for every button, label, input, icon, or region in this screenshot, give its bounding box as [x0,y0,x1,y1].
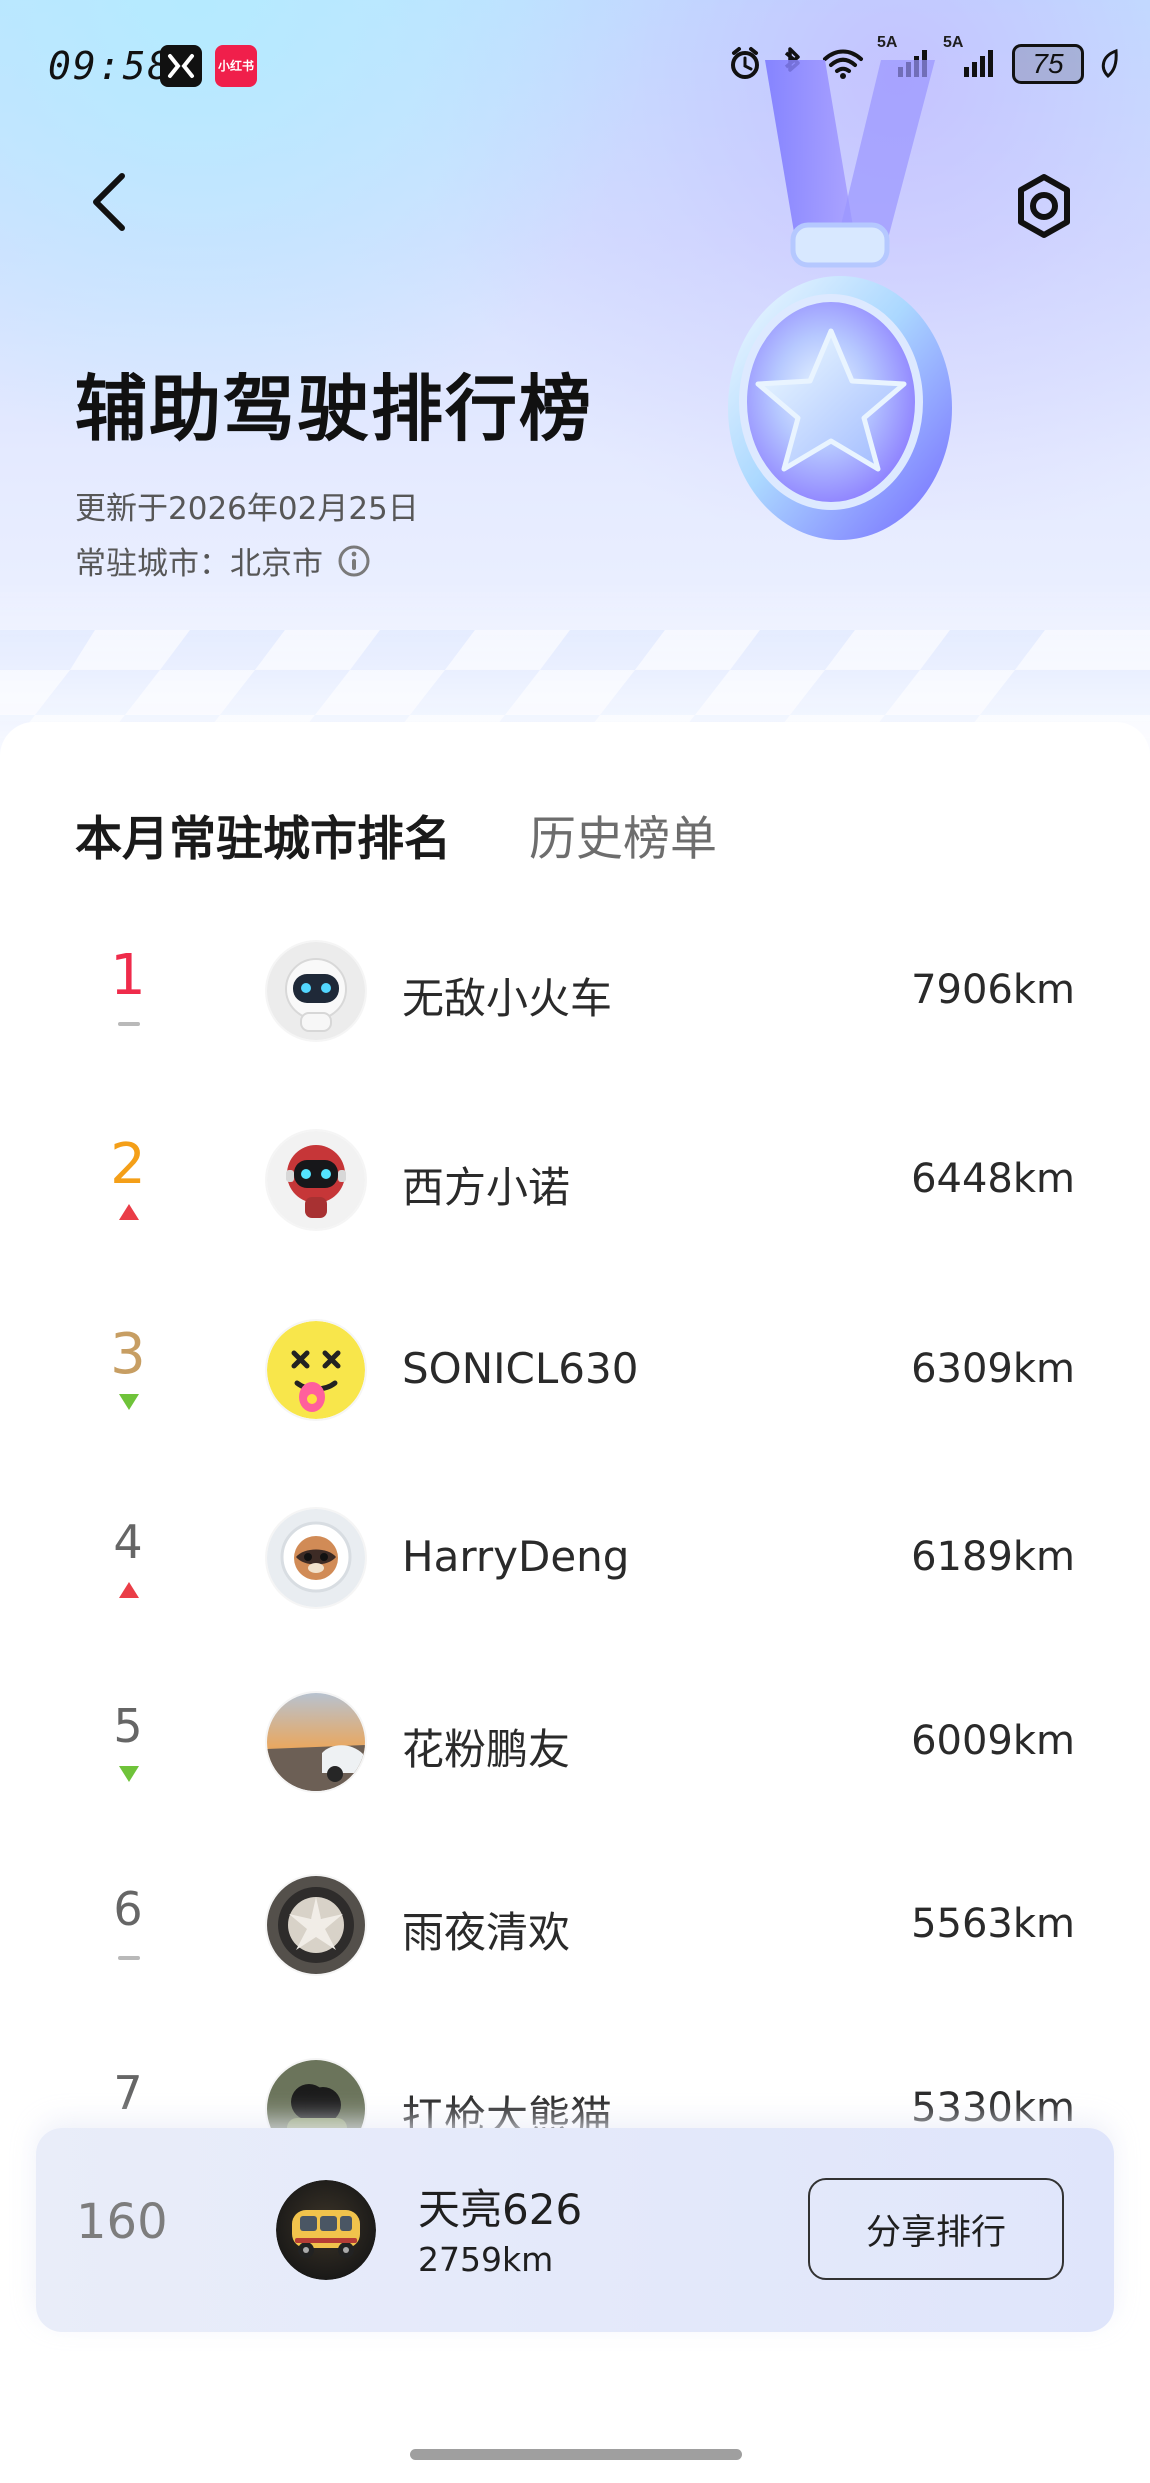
trend-flat-icon [118,1022,140,1026]
tab-monthly-city-ranking[interactable]: 本月常驻城市排名 [75,800,451,869]
app-badge-red-icon: 小红书 [215,45,257,87]
my-distance: 2759km [418,2240,554,2279]
page-title: 辅助驾驶排行榜 [75,367,594,451]
info-button[interactable] [337,544,371,578]
tab-bar: 本月常驻城市排名 历史榜单 [75,800,717,869]
user-name: 花粉鹏友 [402,1725,571,1774]
trend-down-icon [119,1394,139,1410]
leaderboard-row[interactable]: 1 无敌小火车 7906km [0,922,1150,1072]
rank-number: 4 [113,1515,143,1569]
hero-header: 09:58 小红书 5A 5A 75 辅助驾驶排行榜 更新于2026年02月25… [0,0,1150,760]
distance-value: 6189km [911,1534,1075,1580]
share-ranking-button[interactable]: 分享排行 [808,2178,1064,2280]
rank-number: 5 [113,1699,143,1753]
leaderboard-row[interactable]: 3 SONICL630 6309km [0,1301,1150,1451]
resident-city-label: 常驻城市：北京市 [75,546,323,582]
status-time: 09:58 [48,44,173,88]
trend-flat-icon [118,1956,140,1960]
robot-red-icon[interactable] [267,1131,365,1229]
rank-number: 3 [110,1322,146,1387]
hex-settings-icon [1018,174,1070,238]
home-indicator[interactable] [410,2449,742,2460]
my-rank-bar: 160 天亮626 2759km 分享排行 [36,2128,1114,2332]
settings-button[interactable] [1008,170,1080,242]
rank-number: 2 [110,1132,146,1197]
chevron-left-icon [93,173,125,231]
wheel-photo-icon[interactable] [267,1876,365,1974]
app-badge-x-icon [160,45,202,87]
battery-icon: 75 [1012,44,1084,84]
my-name: 天亮626 [418,2185,583,2234]
rank-number: 7 [113,2066,143,2120]
distance-value: 6448km [911,1156,1075,1202]
medal-star-illustration [728,60,952,540]
distance-value: 6009km [911,1718,1075,1764]
toy-bus-icon [276,2180,376,2280]
emoji-face-icon[interactable] [267,1321,365,1419]
trend-down-icon [119,1766,139,1782]
distance-value: 6309km [911,1346,1075,1392]
distance-value: 5563km [911,1901,1075,1947]
trend-up-icon [119,1582,139,1598]
user-name: SONICL630 [402,1344,639,1393]
back-button[interactable] [78,166,138,238]
rank-number: 6 [113,1882,143,1936]
user-name: 雨夜清欢 [402,1908,571,1957]
user-name: HarryDeng [402,1532,630,1581]
user-name: 无敌小火车 [402,974,613,1023]
update-date-label: 更新于2026年02月25日 [75,491,419,527]
tab-history-ranking[interactable]: 历史榜单 [529,800,717,869]
leaderboard-row[interactable]: 4 HarryDeng 6189km [0,1489,1150,1639]
leaderboard-row[interactable]: 6 雨夜清欢 5563km [0,1856,1150,2006]
network-type-label-1: 5A [877,34,898,51]
leaderboard-row[interactable]: 2 西方小诺 6448km [0,1111,1150,1261]
network-type-label-2: 5A [943,34,964,51]
leaf-power-saver-icon [1101,48,1118,79]
car-sunset-photo-icon[interactable] [267,1693,365,1791]
my-rank-number: 160 [76,2194,168,2250]
raccoon-astronaut-icon[interactable] [267,1509,365,1607]
resident-city-line: 常驻城市：北京市 [75,538,371,583]
user-name: 西方小诺 [402,1163,571,1212]
info-circle-icon [338,545,370,576]
distance-value: 7906km [911,967,1075,1013]
leaderboard-row[interactable]: 5 花粉鹏友 6009km [0,1673,1150,1823]
distance-value: 5330km [911,2085,1075,2131]
rank-number: 1 [110,943,146,1008]
trend-up-icon [119,1204,139,1220]
robot-white-icon[interactable] [267,942,365,1040]
